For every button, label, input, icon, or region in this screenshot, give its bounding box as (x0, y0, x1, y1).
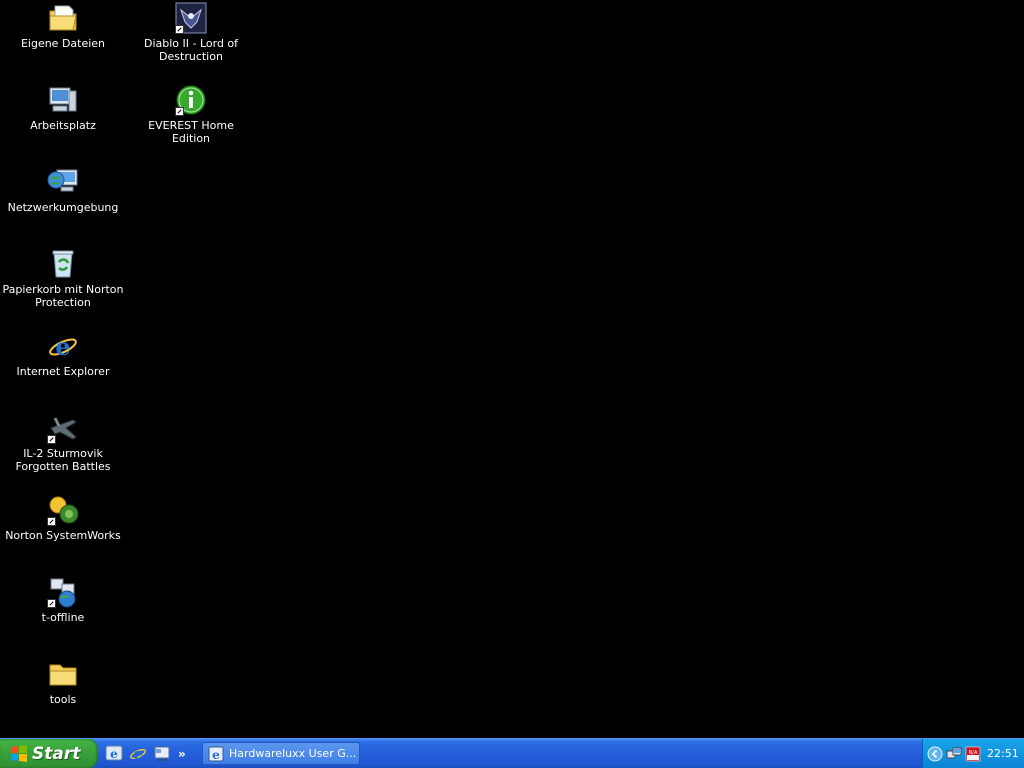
svg-text:e: e (55, 332, 70, 361)
desktop: Eigene Dateien Arbeitsplatz Netzwerkumge… (0, 0, 1024, 738)
icon-label: EVEREST Home Edition (148, 119, 234, 145)
desktop-icon-diablo-ii[interactable]: Diablo II - Lord of Destruction (128, 2, 254, 63)
my-documents-icon (47, 2, 79, 34)
svg-text:e: e (110, 747, 118, 761)
desktop-icon-il2-sturmovik[interactable]: IL-2 Sturmovik Forgotten Battles (0, 412, 126, 473)
recycle-bin-icon (47, 248, 79, 280)
quicklaunch-ie-settings[interactable]: e (104, 744, 124, 764)
desktop-icon-internet-explorer[interactable]: e Internet Explorer (0, 330, 126, 378)
taskbar-window-button[interactable]: e Hardwareluxx User G... (202, 742, 360, 765)
icon-label: IL-2 Sturmovik Forgotten Battles (15, 447, 111, 473)
my-computer-icon (47, 84, 79, 116)
network-places-icon (47, 166, 79, 198)
desktop-icon-papierkorb[interactable]: Papierkorb mit Norton Protection (0, 248, 126, 309)
quicklaunch-internet-explorer[interactable]: e (128, 744, 148, 764)
norton-systemworks-icon (47, 494, 79, 526)
svg-text:e: e (133, 745, 143, 762)
taskbar: Start e e » e Hardwareluxx User G... N/A… (0, 738, 1024, 768)
svg-text:e: e (212, 748, 220, 762)
taskbar-window-title: Hardwareluxx User G... (229, 747, 357, 760)
icon-label: Papierkorb mit Norton Protection (2, 283, 124, 309)
windows-logo-icon (10, 744, 28, 763)
icon-label: Diablo II - Lord of Destruction (143, 37, 239, 63)
icon-label: Netzwerkumgebung (7, 201, 119, 214)
show-desktop-icon (153, 744, 171, 765)
t-offline-icon (47, 576, 79, 608)
icon-label: t-offline (41, 611, 85, 624)
desktop-icon-netzwerkumgebung[interactable]: Netzwerkumgebung (0, 166, 126, 214)
browser-settings-icon: e (105, 744, 123, 765)
shortcut-arrow-icon (175, 25, 184, 34)
desktop-icon-tools[interactable]: tools (0, 658, 126, 706)
desktop-icon-eigene-dateien[interactable]: Eigene Dateien (0, 2, 126, 50)
quicklaunch-show-desktop[interactable] (152, 744, 172, 764)
icon-label: tools (49, 693, 77, 706)
shortcut-arrow-icon (175, 107, 184, 116)
shortcut-arrow-icon (47, 599, 56, 608)
icon-label: Internet Explorer (16, 365, 110, 378)
icon-label: Norton SystemWorks (5, 529, 121, 542)
desktop-icon-norton-systemworks[interactable]: Norton SystemWorks (0, 494, 126, 542)
start-label: Start (32, 743, 81, 764)
shortcut-arrow-icon (47, 517, 56, 526)
quicklaunch-overflow-chevron[interactable]: » (178, 747, 190, 761)
internet-explorer-icon: e (129, 744, 147, 765)
quick-launch-bar: e e » (104, 742, 190, 766)
internet-explorer-icon: e (208, 746, 224, 762)
desktop-icon-t-offline[interactable]: t-offline (0, 576, 126, 624)
diablo-icon (175, 2, 207, 34)
icon-label: Eigene Dateien (20, 37, 106, 50)
desktop-icon-everest[interactable]: EVEREST Home Edition (128, 84, 254, 145)
tray-expand-icon[interactable] (927, 746, 943, 762)
folder-icon (47, 658, 79, 690)
icon-label: Arbeitsplatz (30, 119, 96, 132)
internet-explorer-icon: e (47, 330, 79, 362)
svg-text:N/A: N/A (969, 750, 978, 756)
clock[interactable]: 22:51 (987, 747, 1019, 760)
shortcut-arrow-icon (47, 435, 56, 444)
norton-antivirus-icon[interactable]: N/A (965, 746, 981, 762)
info-icon (175, 84, 207, 116)
airplane-icon (47, 412, 79, 444)
system-tray: N/A 22:51 (922, 739, 1024, 768)
start-button[interactable]: Start (0, 739, 98, 768)
desktop-icon-arbeitsplatz[interactable]: Arbeitsplatz (0, 84, 126, 132)
network-connection-icon[interactable] (946, 746, 962, 762)
